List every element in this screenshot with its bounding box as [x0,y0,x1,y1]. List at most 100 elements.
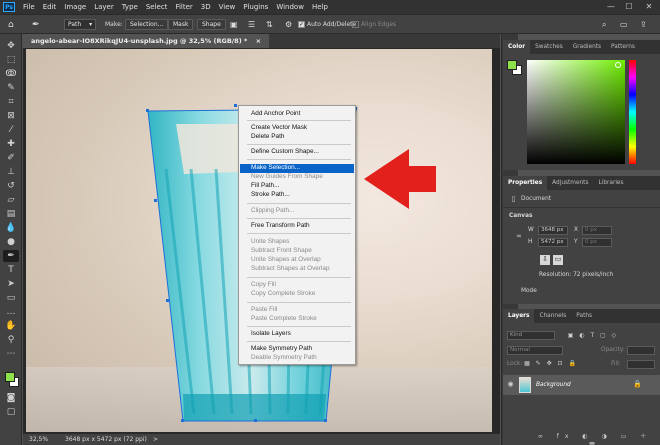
pen-tool-icon[interactable]: ✒ [3,250,19,262]
path-alignment-icon[interactable]: ☰ [248,19,255,30]
visibility-eye-icon[interactable]: ◉ [506,380,515,389]
make-selection-button[interactable]: Selection... [125,19,169,30]
menu-plugins[interactable]: Plugins [239,3,272,11]
history-brush-tool-icon[interactable]: ↺ [3,180,19,192]
quick-mask-icon[interactable]: ◙ [3,392,19,404]
menu-3d[interactable]: 3D [197,3,215,11]
gradient-tool-icon[interactable]: ▤ [3,208,19,220]
menu-image[interactable]: Image [60,3,90,11]
menu-delete-path[interactable]: Delete Path [251,133,284,141]
edit-toolbar-icon[interactable]: … [3,306,19,318]
menu-edit[interactable]: Edit [39,3,61,11]
share-icon[interactable]: ⇪ [640,19,647,30]
more-tools-icon[interactable]: ⋯ [3,348,19,360]
menu-define-custom-shape[interactable]: Define Custom Shape... [251,148,319,156]
zoom-level[interactable]: 32,5% [29,436,48,443]
maximize-button[interactable]: ☐ [622,0,636,14]
make-shape-button[interactable]: Shape [197,19,226,30]
menu-make-selection[interactable]: Make Selection... [251,164,300,172]
tool-mode-select[interactable]: Path [64,19,97,30]
tab-gradients[interactable]: Gradients [568,40,606,54]
menu-fill-path[interactable]: Fill Path... [251,182,279,190]
tab-properties[interactable]: Properties [503,176,548,190]
menu-free-transform-path[interactable]: Free Transform Path [251,222,310,230]
zoom-tool-icon[interactable]: ⚲ [3,334,19,346]
menu-stroke-path[interactable]: Stroke Path... [251,191,290,199]
healing-brush-tool-icon[interactable]: ✚ [3,138,19,150]
height-field[interactable]: 5472 px [538,238,568,247]
rectangle-tool-icon[interactable]: ▭ [3,292,19,304]
blend-mode-select[interactable]: Normal [507,346,563,355]
width-field[interactable]: 3648 px [538,226,568,235]
menu-view[interactable]: View [215,3,240,11]
auto-add-delete-checkbox[interactable]: ✓ [298,21,305,28]
tab-color[interactable]: Color [503,40,531,54]
color-picker-cursor[interactable] [615,62,621,68]
foreground-color-swatch[interactable] [5,372,15,382]
menu-isolate-layers[interactable]: Isolate Layers [251,330,291,338]
color-field[interactable] [527,60,625,164]
menu-file[interactable]: File [19,3,39,11]
blur-tool-icon[interactable]: 💧 [3,222,19,234]
eyedropper-tool-icon[interactable]: ⁄ [3,124,19,136]
dodge-tool-icon[interactable]: ● [3,236,19,248]
marquee-tool-icon[interactable]: ⬚ [3,54,19,66]
layer-kind-filter[interactable]: Kind [507,331,555,340]
link-icon[interactable]: ∞ [515,232,523,241]
opacity-field[interactable] [627,346,655,355]
lasso-tool-icon[interactable]: ↂ [3,68,19,80]
menu-select[interactable]: Select [142,3,172,11]
path-selection-tool-icon[interactable]: ➤ [3,278,19,290]
hand-tool-icon[interactable]: ✋ [3,320,19,332]
close-window-button[interactable]: ✕ [642,0,656,14]
layer-name[interactable]: Background [536,382,571,388]
tab-swatches[interactable]: Swatches [530,40,568,54]
home-icon[interactable]: ⌂ [8,19,14,30]
align-edges-checkbox[interactable] [352,21,359,28]
menu-add-anchor-point[interactable]: Add Anchor Point [251,110,300,118]
search-icon[interactable]: ⌕ [602,19,606,30]
menu-make-symmetry-path[interactable]: Make Symmetry Path [251,345,312,353]
brush-tool-icon[interactable]: ✐ [3,152,19,164]
tab-libraries[interactable]: Libraries [593,176,628,190]
menu-help[interactable]: Help [308,3,332,11]
hue-slider[interactable] [629,60,636,164]
status-arrow-icon[interactable]: > [153,436,158,443]
landscape-orientation-icon[interactable]: ▭ [553,255,563,265]
tab-channels[interactable]: Channels [534,309,571,323]
foreground-color-chip[interactable] [507,60,517,70]
layer-row-background[interactable]: ◉ Background 🔒 [503,375,660,395]
portrait-orientation-icon[interactable]: ⇩ [540,255,550,265]
make-mask-button[interactable]: Mask [168,19,194,30]
type-tool-icon[interactable]: T [3,264,19,276]
workspace-icon[interactable]: ▭ [620,19,628,30]
minimize-button[interactable]: — [604,0,618,14]
move-tool-icon[interactable]: ✥ [3,40,19,52]
lock-icons[interactable]: ▦ ✎ ✥ ⊡ 🔒 [521,359,581,368]
eraser-tool-icon[interactable]: ▱ [3,194,19,206]
clone-stamp-tool-icon[interactable]: ⊥ [3,166,19,178]
close-tab-icon[interactable]: × [256,37,261,45]
menu-filter[interactable]: Filter [171,3,196,11]
menu-layer[interactable]: Layer [90,3,118,11]
path-operations-icon[interactable]: ▣ [230,19,238,30]
document-tab[interactable]: angelo-abear-IO8XRikqJU4-unsplash.jpg @ … [23,34,270,48]
x-field[interactable]: 0 px [582,226,612,235]
menu-type[interactable]: Type [118,3,142,11]
frame-tool-icon[interactable]: ⊠ [3,110,19,122]
tab-layers[interactable]: Layers [503,309,535,323]
tab-adjustments[interactable]: Adjustments [547,176,593,190]
path-arrangement-icon[interactable]: ⇅ [266,19,273,30]
layer-filter-icons[interactable]: ▣ ◐ T ▢ ◇ [563,331,623,340]
screen-mode-icon[interactable]: ▢ [3,406,19,418]
gear-icon[interactable]: ⚙ [285,19,292,30]
pen-tool-preset-icon[interactable]: ✒ [32,19,40,30]
quick-selection-tool-icon[interactable]: ✎ [3,82,19,94]
layer-actions-icons[interactable]: ∞ fx ◐ ◑ ▭ ＋ 🗑 [535,432,655,445]
fill-field[interactable] [627,360,655,369]
crop-tool-icon[interactable]: ⌗ [3,96,19,108]
y-field[interactable]: 0 px [582,238,612,247]
menu-create-vector-mask[interactable]: Create Vector Mask [251,124,307,132]
menu-window[interactable]: Window [272,3,308,11]
tab-paths[interactable]: Paths [571,309,597,323]
